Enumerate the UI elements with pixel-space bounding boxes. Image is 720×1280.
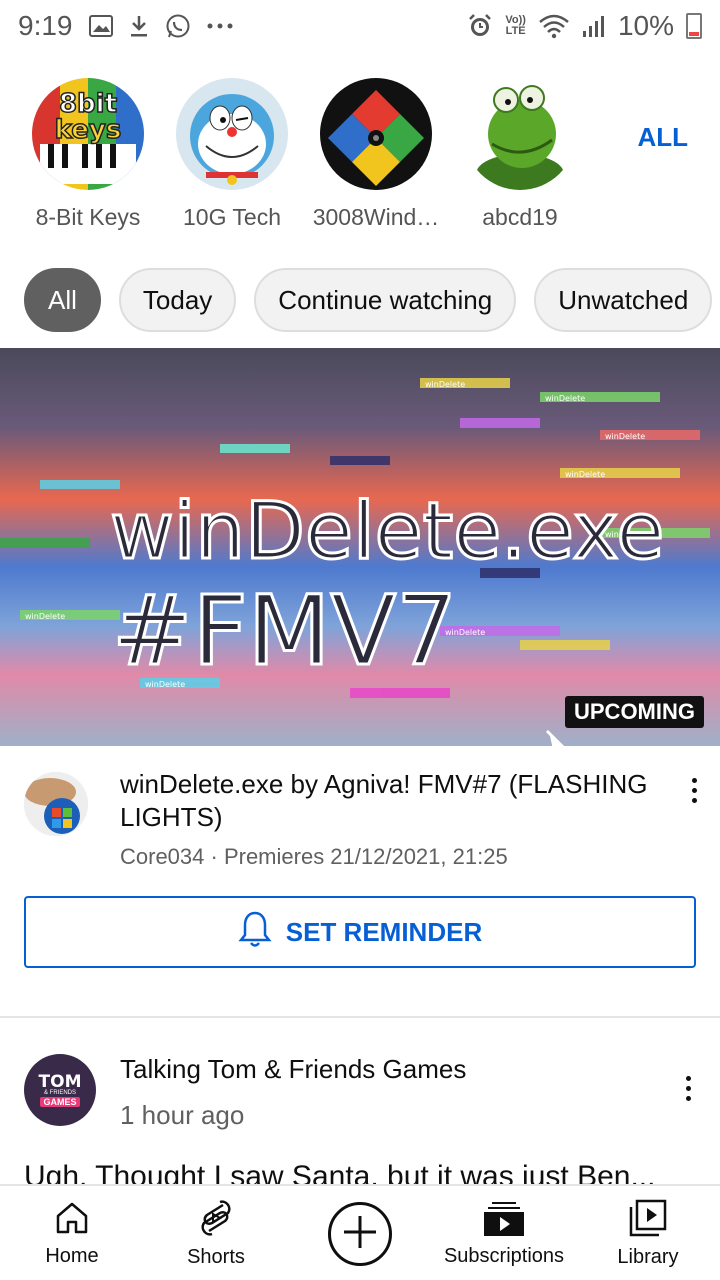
noise-label: winDelete	[545, 394, 585, 403]
channel-avatar	[176, 78, 288, 190]
signal-icon	[582, 14, 606, 38]
nav-subscriptions-label: Subscriptions	[443, 1245, 565, 1267]
nav-home[interactable]: Home	[0, 1186, 144, 1280]
chip-continue-watching[interactable]: Continue watching	[254, 268, 517, 332]
logo-text-bottom: keys	[55, 115, 122, 145]
status-bar: 9:19 Vo)) LTE 10%	[0, 0, 720, 52]
nav-shorts-label: Shorts	[187, 1246, 245, 1268]
subscriptions-icon	[484, 1200, 524, 1241]
more-notifications-icon	[207, 22, 233, 30]
video-details: winDelete.exe by Agniva! FMV#7 (FLASHING…	[0, 768, 720, 888]
thumbnail-title-line2: #FMV7	[112, 575, 457, 687]
channel-avatar[interactable]	[24, 772, 88, 836]
community-post: TOM & FRIENDS GAMES Talking Tom & Friend…	[0, 1050, 720, 1193]
channel-name: 3008Wind…	[312, 204, 440, 230]
nav-shorts[interactable]: Shorts	[144, 1186, 288, 1280]
channel-name: abcd19	[482, 204, 558, 230]
clock: 9:19	[18, 10, 73, 41]
channel-item-3008wind[interactable]: 3008Wind…	[306, 78, 446, 231]
post-more-options-icon[interactable]	[678, 1076, 698, 1101]
set-reminder-label: SET REMINDER	[285, 916, 483, 947]
create-button[interactable]	[328, 1202, 392, 1266]
filter-chips: All Today Continue watching Unwatched	[24, 268, 713, 332]
home-icon	[54, 1200, 90, 1241]
video-more-options-icon[interactable]	[684, 778, 704, 803]
channel-name: 8-Bit Keys	[35, 204, 141, 230]
video-title[interactable]: winDelete.exe by Agniva! FMV#7 (FLASHING…	[120, 768, 660, 834]
library-icon	[629, 1199, 667, 1242]
thumbnail-art: winDelete winDelete winDelete winDelete …	[0, 378, 710, 698]
set-reminder-button[interactable]: SET REMINDER	[24, 896, 696, 968]
nav-home-label: Home	[45, 1245, 99, 1267]
plus-icon	[342, 1214, 378, 1255]
noise-label: winDelete	[565, 470, 605, 479]
channel-avatar	[320, 78, 432, 190]
alarm-icon	[467, 13, 493, 39]
channel-avatar: 8bit keys	[32, 78, 144, 190]
gallery-icon	[88, 15, 113, 37]
noise-label: winDelete	[425, 380, 465, 389]
nav-library-label: Library	[617, 1246, 679, 1268]
noise-label: winDelete	[605, 432, 645, 441]
all-channels-link[interactable]: ALL	[637, 122, 688, 153]
chip-today[interactable]: Today	[118, 268, 237, 332]
video-thumbnail[interactable]: winDelete winDelete winDelete winDelete …	[0, 348, 720, 746]
channel-item-abcd19[interactable]: abcd19	[450, 78, 590, 231]
wifi-icon	[538, 13, 570, 39]
download-icon	[129, 14, 149, 38]
post-time: 1 hour ago	[120, 1100, 245, 1130]
avatar-logo-line3: GAMES	[40, 1096, 80, 1107]
nav-library[interactable]: Library	[576, 1186, 720, 1280]
nav-subscriptions[interactable]: Subscriptions	[432, 1186, 576, 1280]
shorts-icon	[198, 1199, 234, 1242]
subscriptions-channel-row: 8bit keys 8-Bit Keys 10G Tech 3008Wind… …	[0, 78, 720, 238]
avatar-logo-line1: TOM	[38, 1071, 82, 1092]
channel-name: 10G Tech	[182, 204, 282, 230]
battery-percent: 10%	[617, 10, 674, 41]
bottom-navigation: Home Shorts Subscriptions Library	[0, 1184, 720, 1280]
chip-all[interactable]: All	[24, 268, 101, 332]
volte-icon: Vo)) LTE	[505, 14, 526, 37]
whatsapp-icon	[165, 13, 191, 39]
chip-unwatched[interactable]: Unwatched	[534, 268, 713, 332]
channel-item-8bit-keys[interactable]: 8bit keys 8-Bit Keys	[18, 78, 158, 231]
channel-avatar	[464, 78, 576, 190]
thumbnail-title-line1: winDelete.exe	[110, 487, 664, 577]
divider	[0, 1016, 720, 1018]
bell-icon	[238, 910, 272, 955]
upcoming-badge: UPCOMING	[565, 696, 704, 728]
noise-label: winDelete	[25, 612, 65, 621]
avatar-logo-line2: & FRIENDS	[43, 1089, 76, 1096]
battery-icon	[686, 13, 702, 39]
video-meta-line: Core034 · Premieres 21/12/2021, 21:25	[120, 844, 508, 869]
channel-item-10g-tech[interactable]: 10G Tech	[162, 78, 302, 231]
channel-avatar[interactable]: TOM & FRIENDS GAMES	[24, 1054, 96, 1126]
post-channel-name[interactable]: Talking Tom & Friends Games	[120, 1054, 466, 1085]
